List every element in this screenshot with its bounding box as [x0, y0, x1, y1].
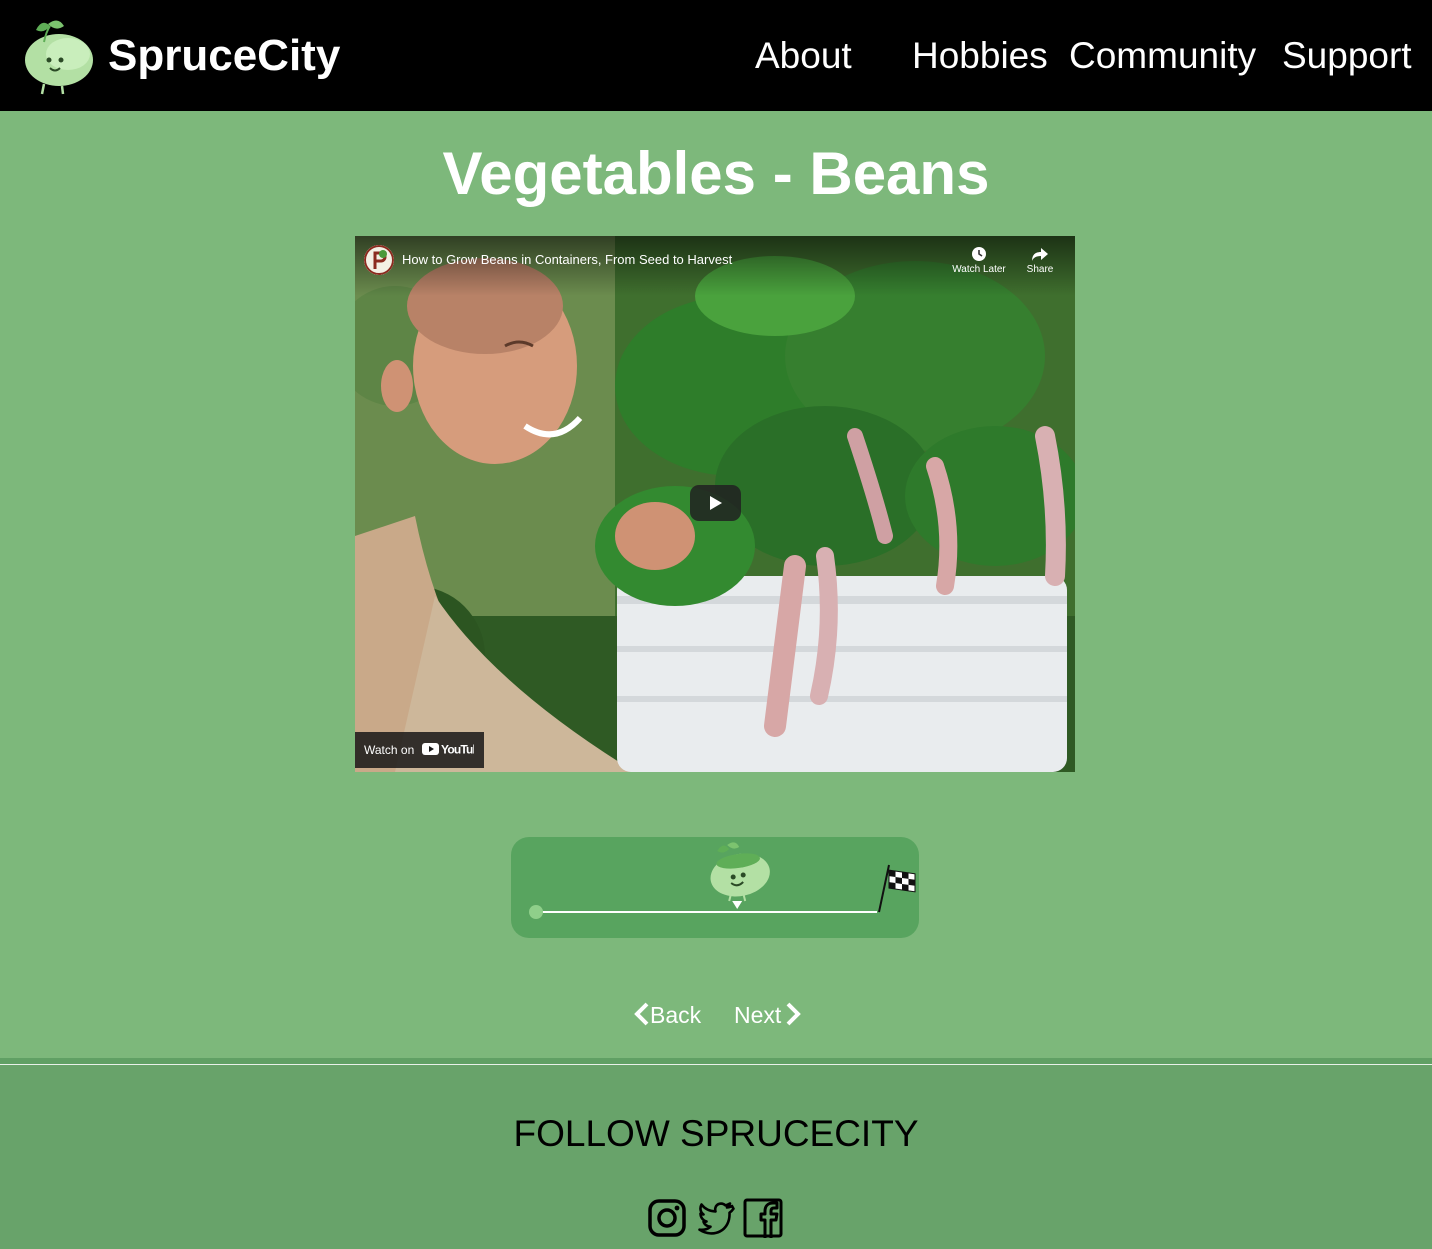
progress-pointer-icon [732, 901, 743, 909]
bean-mascot-logo-icon[interactable] [18, 10, 96, 96]
channel-avatar[interactable] [364, 245, 394, 275]
progress-marker [710, 842, 770, 909]
site-header: SpruceCity About Hobbies Community Suppo… [0, 0, 1432, 111]
checkered-flag-icon [878, 864, 916, 913]
video-title[interactable]: How to Grow Beans in Containers, From Se… [402, 252, 732, 268]
play-icon [710, 496, 722, 510]
back-link[interactable]: Back [634, 1000, 701, 1030]
nav-hobbies[interactable]: Hobbies [912, 34, 1048, 78]
back-label: Back [650, 1002, 702, 1028]
progress-start-dot [529, 905, 543, 919]
brand-name[interactable]: SpruceCity [108, 30, 340, 82]
nav-community[interactable]: Community [1069, 34, 1256, 78]
page-title: Vegetables - Beans [442, 140, 990, 207]
watch-later-label: Watch Later [952, 264, 1006, 275]
youtube-logo-icon: YouTube [422, 742, 487, 759]
youtube-wordmark: YouTube [441, 743, 474, 757]
nav-about[interactable]: About [755, 34, 852, 78]
footer-divider [0, 1064, 1432, 1065]
next-link[interactable]: Next [734, 1000, 802, 1030]
facebook-icon[interactable] [743, 1198, 783, 1238]
clock-icon [972, 247, 986, 261]
video-embed[interactable]: How to Grow Beans in Containers, From Se… [355, 236, 1075, 772]
chevron-right-icon [786, 1002, 802, 1026]
follow-heading: FOLLOW SPRUCECITY [513, 1113, 919, 1154]
bean-mascot-icon [710, 842, 770, 902]
progress-track [529, 842, 916, 919]
twitter-icon[interactable] [695, 1198, 735, 1238]
play-button[interactable] [690, 485, 741, 521]
progress-tracker [511, 837, 919, 938]
share-label: Share [1026, 264, 1054, 275]
watch-on-label: Watch on [364, 743, 415, 757]
nav-support[interactable]: Support [1282, 34, 1412, 78]
next-label: Next [734, 1002, 782, 1028]
watch-later-button[interactable]: Watch Later [949, 246, 1009, 275]
chevron-left-icon [634, 1002, 649, 1026]
watch-on-youtube-button[interactable]: Watch on YouTube [355, 732, 487, 768]
share-arrow-icon [1032, 248, 1048, 261]
channel-logo-icon [364, 245, 394, 275]
share-button[interactable]: Share [1010, 246, 1070, 275]
instagram-icon[interactable] [647, 1198, 687, 1238]
